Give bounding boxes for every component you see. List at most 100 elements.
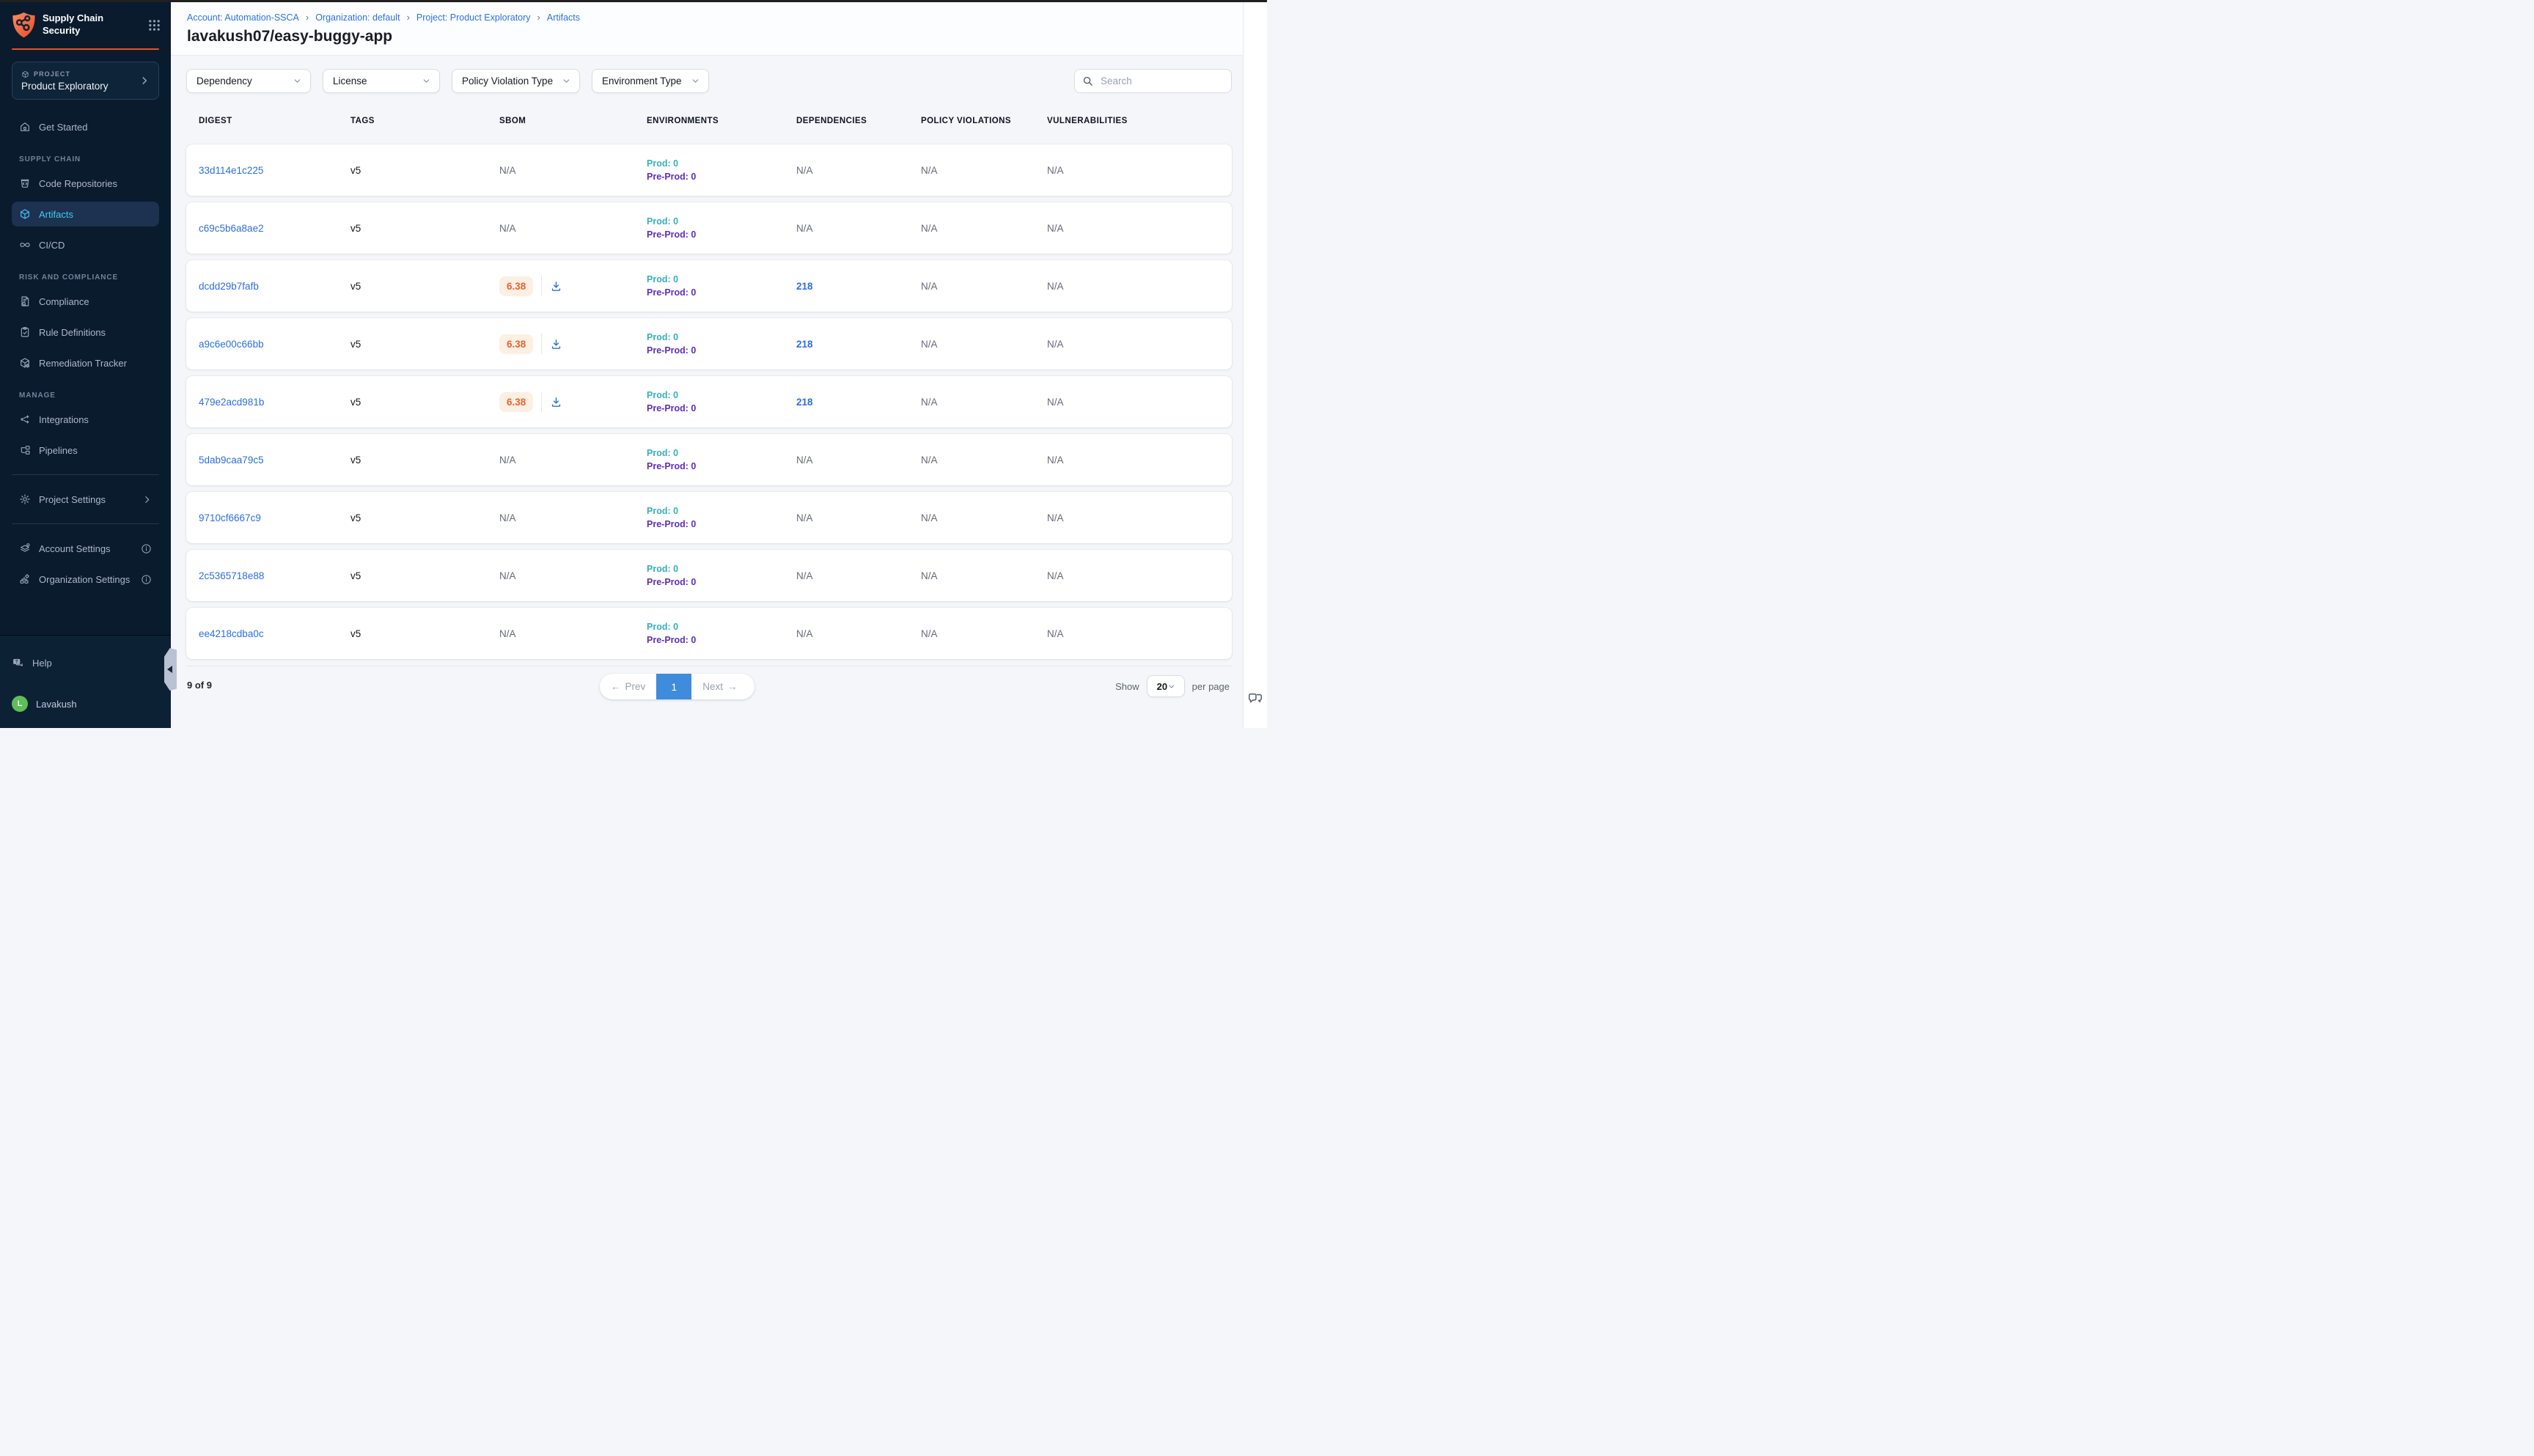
- module-grid-icon[interactable]: [148, 19, 161, 32]
- prod-env-count: Prod: 0: [647, 157, 796, 170]
- tags-value: v5: [350, 165, 499, 176]
- sidebar-item-rule-definitions[interactable]: Rule Definitions: [12, 320, 159, 345]
- prod-env-count: Prod: 0: [647, 504, 796, 518]
- info-icon[interactable]: [141, 574, 152, 585]
- column-header-vulnerabilities: VULNERABILITIES: [1047, 117, 1232, 125]
- arrow-left-icon: ←: [611, 681, 621, 692]
- breadcrumb-separator-icon: ›: [537, 12, 540, 23]
- filter-environment-type[interactable]: Environment Type: [592, 69, 709, 93]
- per-page-control: Show 20 per page: [1115, 675, 1230, 697]
- sidebar-item-remediation-tracker[interactable]: Remediation Tracker: [12, 350, 159, 375]
- app-title: Supply Chain Security: [43, 12, 103, 37]
- dependencies-link[interactable]: 218: [796, 281, 813, 292]
- sidebar-item-organization-settings[interactable]: Organization Settings: [12, 567, 159, 592]
- info-icon[interactable]: [141, 543, 152, 554]
- artifacts-cube-icon: [19, 208, 31, 220]
- tags-value: v5: [350, 512, 499, 523]
- show-label: Show: [1115, 681, 1139, 692]
- breadcrumb-link-account-automation-ssca[interactable]: Account: Automation-SSCA: [187, 12, 299, 23]
- sbom-score-badge: 6.38: [499, 276, 533, 296]
- breadcrumb-link-organization-default[interactable]: Organization: default: [315, 12, 400, 23]
- sidebar-item-code-repositories[interactable]: Code Repositories: [12, 171, 159, 196]
- feedback-chat-icon[interactable]: [1247, 691, 1263, 707]
- right-rail: [1243, 2, 1267, 728]
- sidebar-item-integrations[interactable]: Integrations: [12, 407, 159, 432]
- download-sbom-icon[interactable]: [550, 396, 562, 408]
- digest-link[interactable]: dcdd29b7fafb: [199, 281, 259, 292]
- vulnerabilities-value: N/A: [1047, 512, 1232, 523]
- search-input[interactable]: [1099, 75, 1232, 87]
- arrow-right-icon: →: [727, 681, 738, 692]
- search-box: [1074, 69, 1232, 93]
- project-selector[interactable]: PROJECT Product Exploratory: [12, 62, 159, 100]
- help-button[interactable]: ? Help: [12, 650, 159, 675]
- prod-env-count: Prod: 0: [647, 215, 796, 228]
- digest-link[interactable]: 5dab9caa79c5: [199, 455, 264, 466]
- digest-link[interactable]: ee4218cdba0c: [199, 628, 264, 639]
- tags-value: v5: [350, 455, 499, 466]
- sidebar-item-get-started[interactable]: Get Started: [12, 114, 159, 139]
- current-page-button[interactable]: 1: [656, 674, 691, 699]
- next-page-button[interactable]: Next →: [691, 674, 748, 699]
- table-row: 9710cf6667c9v5N/AProd: 0Pre-Prod: 0N/AN/…: [186, 492, 1232, 543]
- download-sbom-icon[interactable]: [550, 338, 562, 350]
- table-row: 2c5365718e88v5N/AProd: 0Pre-Prod: 0N/AN/…: [186, 550, 1232, 601]
- dependencies-value: N/A: [796, 512, 813, 523]
- sidebar-item-compliance[interactable]: Compliance: [12, 289, 159, 314]
- sidebar-item-ci-cd[interactable]: CI/CD: [12, 232, 159, 257]
- supply-chain-security-logo-icon: [12, 12, 36, 38]
- filter-label: Environment Type: [602, 76, 691, 87]
- filter-dependency[interactable]: Dependency: [186, 69, 311, 93]
- vulnerabilities-value: N/A: [1047, 339, 1232, 350]
- sidebar-item-pipelines[interactable]: Pipelines: [12, 438, 159, 463]
- prod-env-count: Prod: 0: [647, 562, 796, 576]
- vulnerabilities-value: N/A: [1047, 281, 1232, 292]
- sidebar-item-artifacts[interactable]: Artifacts: [12, 202, 159, 227]
- sidebar-collapse-handle[interactable]: [164, 648, 177, 691]
- download-sbom-icon[interactable]: [550, 280, 562, 293]
- vulnerabilities-value: N/A: [1047, 628, 1232, 639]
- sidebar-item-account-settings[interactable]: Account Settings: [12, 536, 159, 561]
- sidebar-item-project-settings[interactable]: Project Settings: [12, 487, 159, 512]
- dependencies-link[interactable]: 218: [796, 339, 813, 350]
- preprod-env-count: Pre-Prod: 0: [647, 518, 796, 531]
- table-header-row: DIGESTTAGSSBOMENVIRONMENTSDEPENDENCIESPO…: [186, 117, 1232, 125]
- preprod-env-count: Pre-Prod: 0: [647, 460, 796, 473]
- org-chart-icon: [19, 573, 31, 585]
- sbom-value: N/A: [499, 165, 516, 176]
- sbom-divider: [541, 276, 542, 296]
- prod-env-count: Prod: 0: [647, 620, 796, 633]
- digest-link[interactable]: 33d114e1c225: [199, 165, 263, 176]
- page-size-select[interactable]: 20: [1147, 675, 1185, 697]
- sbom-value: N/A: [499, 570, 516, 581]
- prev-page-button[interactable]: ← Prev: [600, 674, 656, 699]
- digest-link[interactable]: a9c6e00c66bb: [199, 339, 264, 350]
- policy-violations-value: N/A: [921, 570, 1047, 581]
- tags-value: v5: [350, 397, 499, 408]
- table-row: 479e2acd981bv56.38Prod: 0Pre-Prod: 0218N…: [186, 376, 1232, 427]
- chevron-down-icon: [691, 76, 700, 86]
- tags-value: v5: [350, 339, 499, 350]
- vulnerabilities-value: N/A: [1047, 165, 1232, 176]
- filter-license[interactable]: License: [323, 69, 440, 93]
- dependencies-link[interactable]: 218: [796, 397, 813, 408]
- digest-link[interactable]: 479e2acd981b: [199, 397, 264, 408]
- prod-env-count: Prod: 0: [647, 331, 796, 344]
- table-row: ee4218cdba0cv5N/AProd: 0Pre-Prod: 0N/AN/…: [186, 608, 1232, 659]
- column-header-environments: ENVIRONMENTS: [647, 117, 796, 125]
- filter-policy-violation-type[interactable]: Policy Violation Type: [452, 69, 580, 93]
- table-row: 5dab9caa79c5v5N/AProd: 0Pre-Prod: 0N/AN/…: [186, 434, 1232, 485]
- digest-link[interactable]: c69c5b6a8ae2: [199, 223, 264, 234]
- filter-label: Dependency: [197, 76, 293, 87]
- breadcrumb-link-artifacts[interactable]: Artifacts: [547, 12, 580, 23]
- digest-link[interactable]: 9710cf6667c9: [199, 512, 261, 523]
- avatar: L: [12, 696, 28, 712]
- preprod-env-count: Pre-Prod: 0: [647, 170, 796, 183]
- chevron-right-icon: [139, 76, 150, 86]
- digest-link[interactable]: 2c5365718e88: [199, 570, 264, 581]
- breadcrumb-link-project-product-exploratory[interactable]: Project: Product Exploratory: [416, 12, 531, 23]
- clipboard-check-icon: [19, 326, 31, 338]
- sidebar-nav: Get StartedSUPPLY CHAINCode Repositories…: [0, 114, 171, 635]
- breadcrumb-separator-icon: ›: [306, 12, 309, 23]
- user-menu[interactable]: L Lavakush: [12, 691, 159, 716]
